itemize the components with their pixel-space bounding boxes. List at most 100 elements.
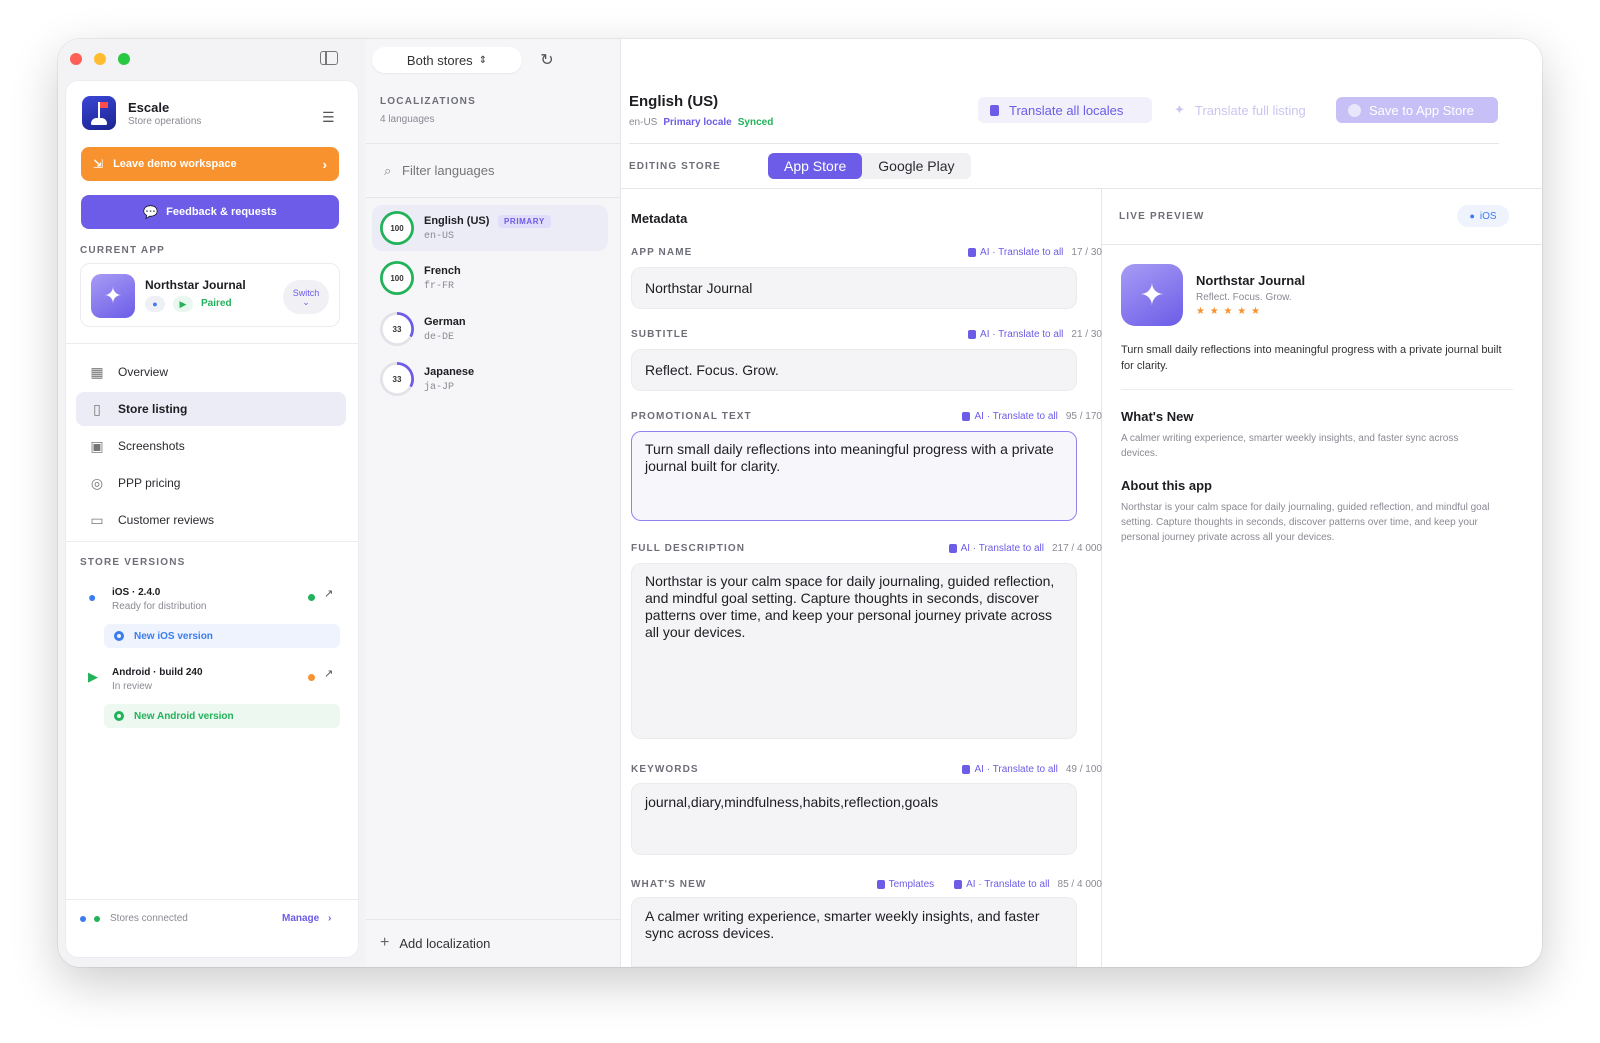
rating-stars: ★ ★ ★ ★ ★ xyxy=(1196,306,1261,317)
ai-translate-button[interactable]: AI · Translate to all xyxy=(962,411,1058,422)
android-version-title: Android · build 240 xyxy=(112,667,203,678)
external-link-icon[interactable]: ↗ xyxy=(324,667,333,680)
save-to-app-store-label: Save to App Store xyxy=(1369,102,1474,118)
sidebar-toggle-icon[interactable] xyxy=(320,51,338,65)
completion-score: 33 xyxy=(392,374,402,384)
localizations-panel: Both stores ⇕ ↻ LOCALIZATIONS 4 language… xyxy=(366,39,621,967)
localizations-count: 4 languages xyxy=(380,114,435,125)
chat-bubbles-icon: 💬 xyxy=(143,205,159,219)
divider xyxy=(629,143,1499,144)
document-icon: ▯ xyxy=(93,400,101,417)
char-count: 95 / 170 xyxy=(1065,411,1102,422)
new-ios-version-label: New iOS version xyxy=(134,630,213,642)
subtitle-input[interactable]: Reflect. Focus. Grow. xyxy=(631,349,1077,391)
locale-item-de-de[interactable]: 33 German de-DE xyxy=(372,306,608,352)
divider xyxy=(366,143,621,144)
translate-icon xyxy=(968,330,977,339)
nav-ppp-pricing[interactable]: ◎ PPP pricing xyxy=(76,466,346,500)
nav-store-listing-label: Store listing xyxy=(118,402,188,416)
store-versions-label: STORE VERSIONS xyxy=(80,557,186,568)
new-android-version-button[interactable]: New Android version xyxy=(104,704,340,728)
feedback-button[interactable]: 💬 Feedback & requests xyxy=(81,195,339,229)
divider xyxy=(66,343,358,344)
stores-connected-status: Stores connected xyxy=(110,913,188,924)
refresh-icon[interactable]: ↻ xyxy=(534,47,560,73)
ai-translate-button[interactable]: AI · Translate to all xyxy=(948,543,1044,554)
sparkle-icon: ✦ xyxy=(1174,102,1185,117)
translate-icon xyxy=(948,544,957,553)
nav-store-listing[interactable]: ▯ Store listing xyxy=(76,392,346,426)
workspace-subtitle: Store operations xyxy=(128,116,202,127)
zoom-window-button[interactable] xyxy=(118,53,130,65)
translate-icon xyxy=(990,104,999,116)
save-to-app-store-button[interactable]: Save to App Store xyxy=(1336,97,1498,123)
locale-code: en-US xyxy=(424,231,455,242)
promotional-text-input[interactable]: Turn small daily reflections into meanin… xyxy=(631,431,1077,521)
translate-full-listing-button[interactable]: ✦ Translate full listing xyxy=(1166,97,1326,123)
keywords-input[interactable]: journal,diary,mindfulness,habits,reflect… xyxy=(631,783,1077,855)
add-localization-button[interactable]: + Add localization xyxy=(380,934,490,952)
locale-item-fr-fr[interactable]: 100 French fr-FR xyxy=(372,255,608,301)
external-link-icon[interactable]: ↗ xyxy=(324,587,333,600)
tab-google-play[interactable]: Google Play xyxy=(862,153,970,179)
leave-demo-button[interactable]: ⇲ Leave demo workspace › xyxy=(81,147,339,181)
current-app-name: Northstar Journal xyxy=(145,278,246,292)
ai-translate-button[interactable]: AI · Translate to all xyxy=(962,764,1058,775)
ai-translate-button[interactable]: AI · Translate to all xyxy=(968,329,1063,340)
platform-toggle[interactable]: ● iOS xyxy=(1457,205,1509,227)
metadata-title: Metadata xyxy=(631,211,688,226)
filter-languages-input[interactable] xyxy=(402,159,602,181)
char-count: 85 / 4 000 xyxy=(1057,879,1102,890)
paired-status: Paired xyxy=(201,298,232,309)
ai-translate-button[interactable]: AI · Translate to all xyxy=(954,879,1050,890)
app-name-label: APP NAME xyxy=(631,247,693,258)
ai-translate-button[interactable]: AI · Translate to all xyxy=(968,247,1063,258)
editing-store-label: EDITING STORE xyxy=(629,161,721,172)
minimize-window-button[interactable] xyxy=(94,53,106,65)
tab-app-store[interactable]: App Store xyxy=(768,153,863,179)
whats-new-input[interactable]: A calmer writing experience, smarter wee… xyxy=(631,897,1077,967)
templates-button[interactable]: Templates xyxy=(876,879,935,890)
full-description-input[interactable]: Northstar is your calm space for daily j… xyxy=(631,563,1077,739)
chevron-updown-icon: ⇕ xyxy=(478,54,488,66)
locale-item-ja-jp[interactable]: 33 Japanese ja-JP xyxy=(372,356,608,402)
char-count: 49 / 100 xyxy=(1065,764,1102,775)
translate-all-locales-button[interactable]: Translate all locales xyxy=(978,97,1152,123)
whats-new-meta: Templates AI · Translate to all 85 / 4 0… xyxy=(876,879,1102,890)
nav-overview[interactable]: ▦ Overview xyxy=(76,355,346,389)
nav-ppp-pricing-label: PPP pricing xyxy=(118,476,181,490)
subtitle-label: SUBTITLE xyxy=(631,329,689,340)
preview-app-name: Northstar Journal xyxy=(1196,273,1306,288)
locale-item-en-us[interactable]: 100 English (US) PRIMARY en-US xyxy=(372,205,608,251)
store-selector[interactable]: Both stores ⇕ xyxy=(372,47,522,73)
ios-status-dot xyxy=(308,594,315,601)
plus-circle-icon xyxy=(114,711,124,721)
ai-translate-label: AI · Translate to all xyxy=(974,764,1058,775)
completion-ring: 33 xyxy=(380,362,414,396)
ios-connected-dot xyxy=(80,916,86,922)
android-status-dot xyxy=(308,674,315,681)
primary-locale-label: Primary locale xyxy=(663,117,732,128)
editor-panel: English (US) en-US Primary locale Synced… xyxy=(621,39,1542,967)
nav-screenshots[interactable]: ▣ Screenshots xyxy=(76,429,346,463)
ios-version-status: Ready for distribution xyxy=(112,601,207,612)
locale-name: German xyxy=(424,316,466,328)
divider xyxy=(66,541,358,542)
translate-icon xyxy=(954,880,963,889)
preview-app-icon: ✦ xyxy=(1121,264,1183,326)
settings-sliders-icon[interactable]: ☰ xyxy=(322,109,335,126)
ai-translate-label: AI · Translate to all xyxy=(980,247,1064,258)
sidebar: Escale Store operations ☰ ⇲ Leave demo w… xyxy=(58,39,366,967)
manage-stores-link[interactable]: Manage › xyxy=(282,913,331,924)
play-store-icon: ▶ xyxy=(88,669,98,684)
switch-app-button[interactable]: Switch ⌄ xyxy=(283,280,329,314)
app-name-meta: AI · Translate to all 17 / 30 xyxy=(968,247,1102,258)
templates-label: Templates xyxy=(888,879,935,890)
add-localization-label: Add localization xyxy=(399,935,491,951)
app-name-input[interactable]: Northstar Journal xyxy=(631,267,1077,309)
nav-customer-reviews[interactable]: ▭ Customer reviews xyxy=(76,503,346,537)
translate-icon xyxy=(968,248,977,257)
char-count: 17 / 30 xyxy=(1071,247,1102,258)
new-ios-version-button[interactable]: New iOS version xyxy=(104,624,340,648)
close-window-button[interactable] xyxy=(70,53,82,65)
